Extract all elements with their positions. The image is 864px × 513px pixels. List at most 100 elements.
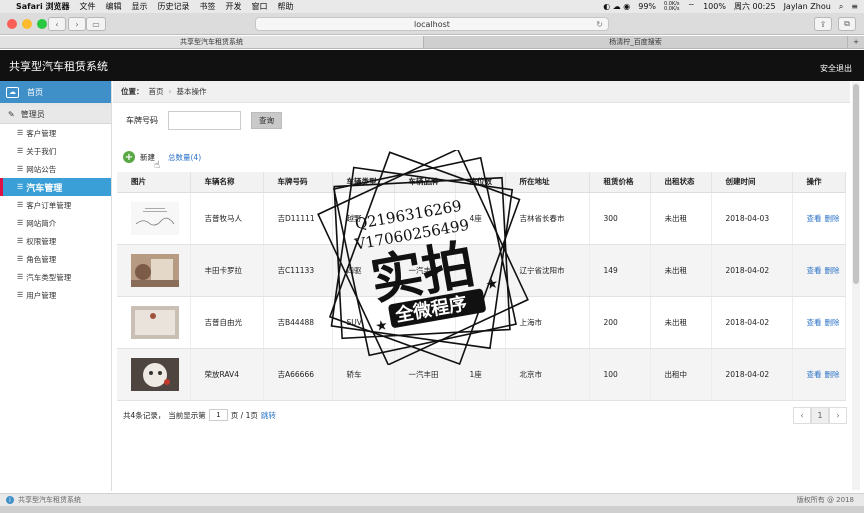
col-price: 租赁价格 <box>589 172 651 193</box>
sidebar-admin-header[interactable]: ✎ 管理员 <box>0 106 111 124</box>
new-button[interactable]: 新建 <box>140 152 155 163</box>
car-status: 未出租 <box>650 296 712 349</box>
car-thumbnail[interactable] <box>131 305 179 339</box>
window-controls <box>7 19 47 29</box>
view-link[interactable]: 查看 <box>807 318 822 327</box>
car-image-cell <box>117 348 191 401</box>
logout-link[interactable]: 安全退出 <box>820 63 852 74</box>
sidebar-home[interactable]: ☁ 首页 <box>0 81 111 103</box>
address-bar[interactable]: localhost ↻ <box>255 17 609 31</box>
list-icon: ☰ <box>17 183 24 191</box>
list-icon: ☰ <box>17 291 24 299</box>
spotlight-icon[interactable]: ⌕ <box>839 2 843 12</box>
info-icon: i <box>6 496 14 504</box>
wifi-icon[interactable]: ⌔ <box>688 2 696 12</box>
car-thumbnail[interactable] <box>131 201 179 235</box>
breadcrumb-current: 基本操作 <box>176 87 207 96</box>
breadcrumb-home[interactable]: 首页 <box>149 86 164 97</box>
sidebar-item-orders[interactable]: ☰ 客户订单管理 <box>0 196 111 214</box>
jump-link[interactable]: 跳转 <box>261 410 276 421</box>
app-title: 共享型汽车租赁系统 <box>9 60 108 73</box>
forward-button[interactable]: › <box>68 17 86 31</box>
delete-link[interactable]: 删除 <box>825 214 840 223</box>
zoom-window-icon[interactable] <box>37 19 47 29</box>
page-number-input[interactable] <box>208 409 228 421</box>
page-1-button[interactable]: 1 <box>811 407 829 424</box>
prev-page-icon[interactable]: ‹ <box>793 407 811 424</box>
tab-car-system[interactable]: 共享型汽车租赁系统 <box>0 36 424 48</box>
row-ops: 查看 删除 <box>792 296 846 349</box>
menu-develop[interactable]: 开发 <box>226 1 242 12</box>
sidebar-item-car-types[interactable]: ☰ 汽车类型管理 <box>0 268 111 286</box>
star-icon: ★ <box>374 317 389 335</box>
sidebar-item-customers[interactable]: ☰ 客户管理 <box>0 124 111 142</box>
view-link[interactable]: 查看 <box>807 370 822 379</box>
user-name[interactable]: Jaylan Zhou <box>784 2 831 11</box>
tray-icons[interactable]: ◐ ☁ ◉ <box>603 2 630 11</box>
menu-bookmarks[interactable]: 书签 <box>200 1 216 12</box>
sidebar-toggle-icon[interactable]: ▭ <box>86 17 106 31</box>
car-name: 荣放RAV4 <box>190 348 264 401</box>
delete-link[interactable]: 删除 <box>825 266 840 275</box>
plate-search-input[interactable] <box>168 111 241 130</box>
sidebar-item-permissions[interactable]: ☰ 权限管理 <box>0 232 111 250</box>
star-icon: ★ <box>485 275 500 293</box>
col-status: 出租状态 <box>650 172 712 193</box>
share-icon[interactable]: ⇪ <box>814 17 832 31</box>
sidebar-item-label: 网站简介 <box>26 218 57 228</box>
plus-circle-icon[interactable]: + <box>123 151 135 163</box>
breadcrumb-label: 位置： <box>121 87 144 96</box>
delete-link[interactable]: 删除 <box>825 370 840 379</box>
tab-baidu[interactable]: 杨清柠_百度搜索 <box>424 36 848 48</box>
list-icon: ☰ <box>17 237 24 245</box>
sidebar-item-label: 客户管理 <box>26 128 57 138</box>
menu-list-icon[interactable]: ≡ <box>851 2 858 11</box>
sidebar-item-site-intro[interactable]: ☰ 网站简介 <box>0 214 111 232</box>
sidebar-item-roles[interactable]: ☰ 角色管理 <box>0 250 111 268</box>
footer-left: 共享型汽车租赁系统 <box>18 496 81 504</box>
record-count: 共4条记录， <box>123 410 166 420</box>
list-actions: + 新建 总数量(4) <box>123 151 201 163</box>
row-ops: 查看 删除 <box>792 192 846 245</box>
search-button[interactable]: 查询 <box>251 112 282 129</box>
menu-window[interactable]: 窗口 <box>252 1 268 12</box>
menu-edit[interactable]: 编辑 <box>106 1 122 12</box>
plate-search-label: 车牌号码 <box>126 116 158 125</box>
menu-file[interactable]: 文件 <box>80 1 96 12</box>
car-name: 丰田卡罗拉 <box>190 244 264 297</box>
tabs-overview-icon[interactable]: ⧉ <box>838 17 856 31</box>
menu-help[interactable]: 帮助 <box>278 1 294 12</box>
next-page-icon[interactable]: › <box>829 407 847 424</box>
menu-view[interactable]: 显示 <box>132 1 148 12</box>
car-image-cell <box>117 192 191 245</box>
list-icon: ☰ <box>17 165 24 173</box>
window-bottom-edge <box>0 506 864 513</box>
list-icon: ☰ <box>17 219 24 227</box>
col-ops: 操作 <box>792 172 846 193</box>
list-icon: ☰ <box>17 129 24 137</box>
breadcrumb: 位置： 首页 › 基本操作 <box>113 81 850 103</box>
sidebar-item-notices[interactable]: ☰ 网站公告 <box>0 160 111 178</box>
sidebar-admin-label: 管理员 <box>20 110 45 119</box>
menu-history[interactable]: 历史记录 <box>158 1 190 12</box>
car-thumbnail[interactable] <box>131 357 179 391</box>
clock[interactable]: 周六 00:25 <box>734 1 776 12</box>
sidebar-item-cars[interactable]: ☰ 汽车管理 <box>0 178 111 196</box>
car-thumbnail[interactable] <box>131 253 179 287</box>
back-button[interactable]: ‹ <box>48 17 66 31</box>
view-link[interactable]: 查看 <box>807 266 822 275</box>
delete-link[interactable]: 删除 <box>825 318 840 327</box>
close-window-icon[interactable] <box>7 19 17 29</box>
reload-icon[interactable]: ↻ <box>596 18 603 31</box>
scrollbar-thumb[interactable] <box>853 84 859 284</box>
view-link[interactable]: 查看 <box>807 214 822 223</box>
sidebar-item-users[interactable]: ☰ 用户管理 <box>0 286 111 304</box>
sidebar-item-about[interactable]: ☰ 关于我们 <box>0 142 111 160</box>
list-icon: ☰ <box>17 273 24 281</box>
new-tab-button[interactable]: + <box>848 36 864 48</box>
page-scrollbar[interactable] <box>852 82 860 490</box>
minimize-window-icon[interactable] <box>22 19 32 29</box>
menu-app[interactable]: Safari 浏览器 <box>16 1 70 12</box>
car-price: 100 <box>589 348 651 401</box>
list-icon: ☰ <box>17 255 24 263</box>
